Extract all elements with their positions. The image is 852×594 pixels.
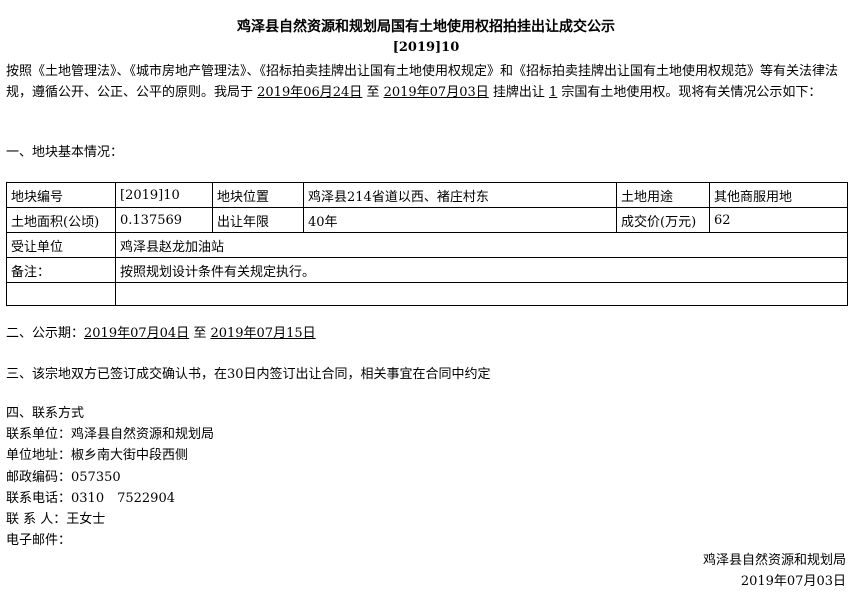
table-cell: [2019]10 (115, 182, 213, 208)
section-2-to: 至 (189, 326, 211, 341)
page-title: 鸡泽县自然资源和规划局国有土地使用权招拍挂出让成交公示 (237, 19, 615, 35)
table-cell: 备注： (6, 257, 116, 283)
table-cell (6, 282, 116, 306)
listing-end-date: 2019年07月03日 (383, 84, 489, 100)
table-cell: 地块位置 (212, 182, 304, 208)
document-number: [2019]10 (392, 40, 460, 55)
table-cell: 地块编号 (6, 182, 116, 208)
table-row: 地块编号 [2019]10 地块位置 鸡泽县214省道以西、褚庄村东 土地用途 … (6, 182, 848, 208)
intro-paragraph: 按照《土地管理法》、《城市房地产管理法》、《招标拍卖挂牌出让国有土地使用权规定》… (6, 62, 848, 103)
table-cell: 出让年限 (212, 207, 304, 233)
intro-to: 至 (362, 84, 384, 100)
publicity-start-date: 2019年07月04日 (84, 326, 190, 341)
footer-date: 2019年07月03日 (740, 574, 846, 589)
contact-email: 电子邮件： (6, 533, 72, 548)
table-cell (115, 282, 848, 306)
section-2-label: 二、公示期： (6, 326, 85, 341)
table-cell: 按照规划设计条件有关规定执行。 (115, 257, 848, 283)
table-row: 受让单位 鸡泽县赵龙加油站 (6, 232, 848, 258)
parcel-info-table: 地块编号 [2019]10 地块位置 鸡泽县214省道以西、褚庄村东 土地用途 … (6, 182, 848, 306)
table-cell: 0.137569 (115, 207, 213, 233)
contact-person: 联 系 人：王女士 (6, 512, 106, 527)
table-cell: 40年 (303, 207, 617, 233)
footer-organization: 鸡泽县自然资源和规划局 (702, 553, 846, 568)
table-cell: 土地面积(公顷) (6, 207, 116, 233)
table-cell: 鸡泽县赵龙加油站 (115, 232, 848, 258)
section-4-heading: 四、联系方式 (6, 406, 85, 421)
table-cell: 成交价(万元) (616, 207, 710, 233)
contact-postcode: 邮政编码：057350 (6, 470, 121, 485)
contact-address: 单位地址：椒乡南大街中段西侧 (6, 448, 189, 463)
table-cell: 受让单位 (6, 232, 116, 258)
section-1-heading: 一、地块基本情况： (6, 145, 124, 160)
table-cell: 土地用途 (616, 182, 710, 208)
table-row: 土地面积(公顷) 0.137569 出让年限 40年 成交价(万元) 62 (6, 207, 848, 233)
intro-text-2: 挂牌出让 (488, 84, 550, 100)
section-3-text: 三、该宗地双方已签订成交确认书，在30日内签订出让合同，相关事宜在合同中约定 (6, 367, 491, 382)
table-cell: 鸡泽县214省道以西、褚庄村东 (303, 182, 617, 208)
intro-text-3: 宗国有土地使用权。现将有关情况公示如下： (557, 84, 822, 100)
contact-phone: 联系电话：0310 7522904 (6, 491, 175, 506)
table-row (6, 282, 848, 306)
table-row: 备注： 按照规划设计条件有关规定执行。 (6, 257, 848, 283)
listing-start-date: 2019年06月24日 (257, 84, 363, 100)
table-cell: 其他商服用地 (709, 182, 848, 208)
contact-unit: 联系单位：鸡泽县自然资源和规划局 (6, 427, 215, 442)
publicity-end-date: 2019年07月15日 (210, 326, 316, 341)
table-cell: 62 (709, 207, 848, 233)
section-2-publicity-period: 二、公示期：2019年07月04日 至 2019年07月15日 (6, 325, 316, 343)
